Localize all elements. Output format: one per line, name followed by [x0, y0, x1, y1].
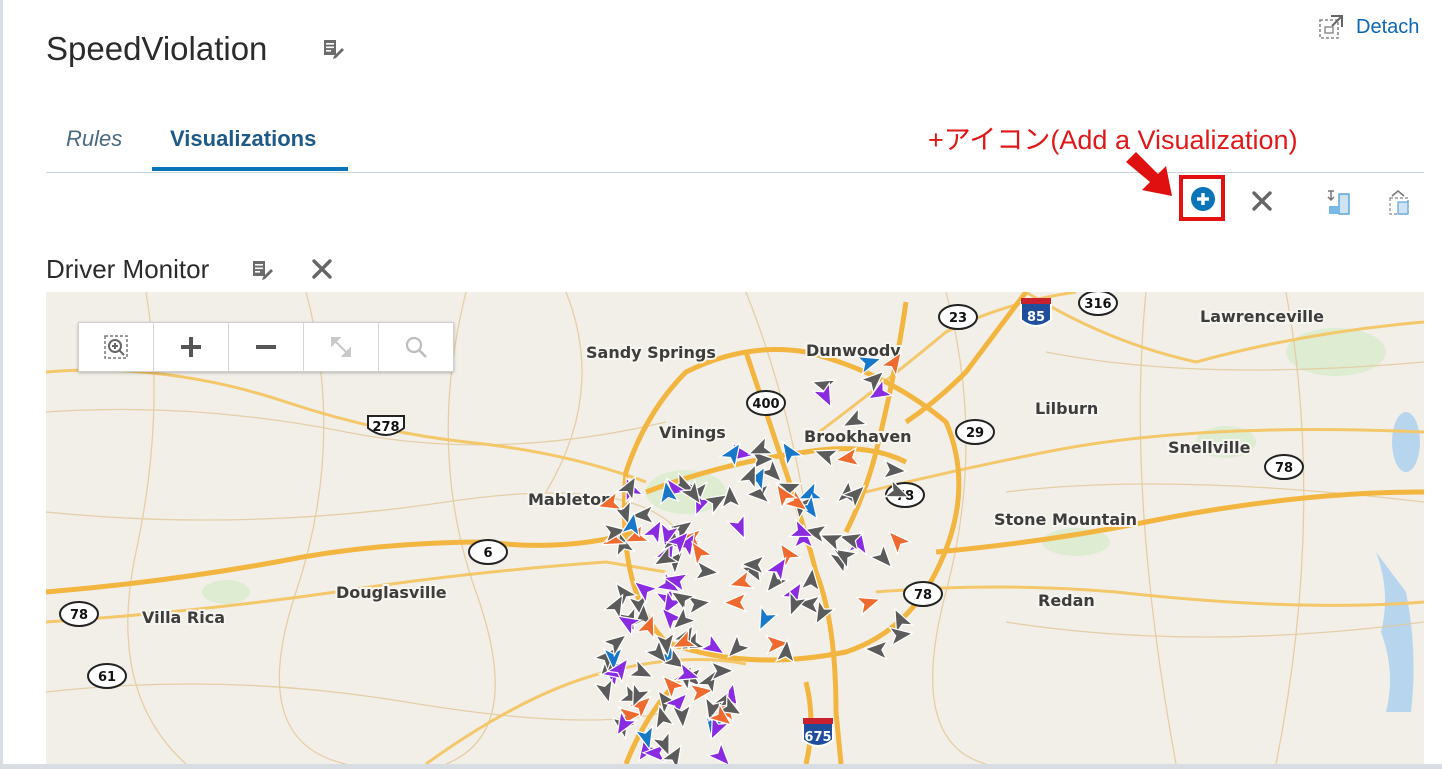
tab-rules[interactable]: Rules [66, 126, 122, 152]
city-label: Sandy Springs [586, 343, 716, 362]
svg-text:23: 23 [949, 311, 967, 326]
pan-icon [331, 337, 351, 357]
map-toolbar [78, 322, 454, 372]
city-label: Villa Rica [142, 608, 225, 627]
visualization-title: Driver Monitor [46, 254, 210, 284]
detach-icon [1319, 15, 1343, 39]
svg-text:6: 6 [483, 546, 492, 561]
route-shield: 278 [367, 415, 405, 436]
city-label: Snellville [1168, 438, 1251, 457]
zoom-to-fit-icon [104, 335, 128, 359]
annotation-arrow-icon [1126, 152, 1172, 196]
pan-button[interactable] [304, 323, 379, 371]
detach-button[interactable]: Detach [1318, 12, 1419, 42]
svg-text:61: 61 [98, 670, 116, 685]
route-shield: 6 [468, 539, 508, 565]
window-edge-bottom [0, 764, 1442, 769]
city-label: Stone Mountain [994, 510, 1137, 529]
zoom-in-icon [181, 337, 201, 357]
zoom-in-button[interactable] [154, 323, 229, 371]
remove-visualization-icon[interactable] [310, 257, 334, 281]
route-shield: 78 [1264, 454, 1304, 480]
city-label: Vinings [659, 423, 726, 442]
page-title: SpeedViolation [46, 30, 268, 67]
interstate-shield: 85 [1020, 298, 1052, 327]
city-label: Dunwoody [806, 341, 901, 360]
tab-selected-indicator [152, 167, 348, 171]
city-label: Lawrenceville [1200, 307, 1324, 326]
flip-layout-icon[interactable] [1384, 188, 1414, 218]
window-edge [0, 0, 3, 769]
edit-icon[interactable] [322, 38, 344, 60]
interstate-shield: 675 [802, 718, 834, 747]
zoom-to-fit-button[interactable] [79, 323, 154, 371]
route-shield: 78 [59, 601, 99, 627]
tab-visualizations[interactable]: Visualizations [170, 126, 316, 152]
route-shield: 61 [87, 663, 127, 689]
city-label: Redan [1038, 591, 1095, 610]
route-shield: 400 [746, 390, 786, 416]
edit-icon[interactable] [251, 259, 273, 281]
svg-text:78: 78 [914, 588, 932, 603]
city-label: Brookhaven [804, 427, 912, 446]
svg-text:29: 29 [966, 426, 984, 441]
driver-monitor-map[interactable]: Sandy Springs Dunwoody Lawrenceville Lil… [46, 292, 1424, 764]
search-icon [405, 336, 427, 358]
route-shield: 78 [903, 581, 943, 607]
layout-icon[interactable] [1324, 188, 1354, 218]
zoom-out-icon [256, 345, 276, 349]
route-shield: 23 [938, 304, 978, 330]
annotation-label: +アイコン(Add a Visualization) [928, 125, 1298, 155]
route-shield: 29 [955, 419, 995, 445]
svg-text:675: 675 [804, 730, 831, 745]
svg-text:278: 278 [372, 420, 399, 435]
svg-text:400: 400 [752, 397, 779, 412]
add-circle-icon[interactable] [1190, 186, 1216, 212]
svg-text:78: 78 [70, 608, 88, 623]
svg-text:316: 316 [1084, 297, 1111, 312]
detach-label: Detach [1356, 15, 1420, 38]
city-label: Douglasville [336, 583, 447, 602]
search-button[interactable] [379, 323, 453, 371]
city-label: Lilburn [1035, 399, 1098, 418]
route-shield: 316 [1078, 292, 1118, 316]
svg-text:78: 78 [1275, 461, 1293, 476]
close-icon[interactable] [1250, 189, 1274, 213]
zoom-out-button[interactable] [229, 323, 304, 371]
svg-text:85: 85 [1027, 310, 1045, 325]
